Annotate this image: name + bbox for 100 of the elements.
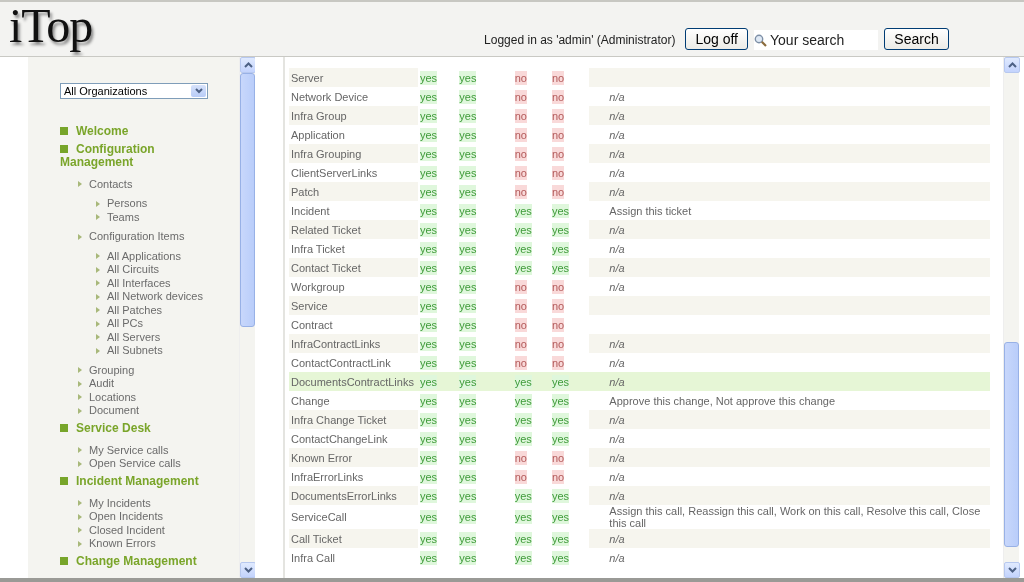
scrollbar[interactable] [239, 57, 255, 578]
permission-value: yes [419, 298, 438, 313]
menu-link[interactable]: Open Incidents [89, 510, 163, 523]
permission-value: yes [459, 260, 477, 275]
scroll-up-button[interactable] [1004, 57, 1020, 73]
permission-value: no [552, 70, 565, 85]
scroll-thumb[interactable] [240, 73, 255, 328]
menu-link[interactable]: Configuration Items [89, 230, 185, 243]
permission-value: yes [514, 510, 532, 524]
bullet-arrow-icon [96, 214, 100, 220]
permission-value: yes [419, 469, 438, 484]
permission-value: no [514, 336, 527, 351]
menu-link[interactable]: Contacts [89, 177, 133, 191]
permission-value: no [514, 108, 527, 123]
square-bullet-icon [60, 557, 68, 565]
class-name: ClientServerLinks [291, 166, 378, 179]
permission-value: yes [514, 222, 532, 237]
permission-value: yes [419, 355, 438, 370]
class-name: Infra Grouping [291, 147, 362, 160]
menu-link[interactable]: Audit [89, 377, 115, 390]
class-name: Workgroup [291, 280, 345, 293]
scroll-down-button[interactable] [1004, 562, 1020, 578]
permission-value: yes [514, 393, 532, 408]
class-name: Infra Change Ticket [291, 413, 387, 426]
menu-link[interactable]: Closed Incident [89, 523, 165, 537]
permission-value: no [552, 146, 565, 161]
menu-link[interactable]: All Network devices [107, 290, 203, 303]
permission-value: yes [514, 531, 532, 546]
permission-value: yes [459, 431, 477, 446]
search-field[interactable]: Your search [754, 30, 878, 50]
permission-value: yes [459, 89, 477, 104]
search-button[interactable]: Search [884, 28, 949, 50]
class-name: Call Ticket [291, 532, 342, 545]
permission-value: no [514, 165, 527, 180]
permission-value: yes [459, 184, 477, 199]
bullet-arrow-icon [78, 233, 82, 240]
search-icon [754, 33, 767, 47]
organization-dropdown[interactable]: All Organizations [60, 83, 208, 99]
permission-value: yes [514, 412, 532, 427]
permission-value: no [514, 184, 527, 199]
permission-value: no [514, 298, 527, 313]
permission-value: no [514, 279, 527, 294]
menu-link[interactable]: All PCs [107, 317, 144, 330]
permission-value: yes [419, 317, 438, 332]
square-bullet-icon [60, 127, 68, 135]
class-name: Server [291, 71, 324, 84]
permission-value: yes [552, 260, 570, 275]
menu-link[interactable]: My Incidents [89, 496, 151, 510]
bullet-arrow-icon [96, 280, 100, 286]
actions-text: n/a [609, 166, 625, 179]
permission-value: yes [419, 127, 438, 142]
menu-link[interactable]: All Circuits [107, 263, 159, 276]
permission-value: yes [419, 336, 438, 351]
permission-value: no [552, 279, 565, 294]
menu-link[interactable]: Teams [107, 210, 140, 224]
permission-value: yes [419, 531, 438, 546]
menu-link[interactable]: Document [89, 404, 140, 417]
class-name: Infra Group [291, 109, 347, 122]
bullet-arrow-icon [96, 307, 100, 313]
menu-link[interactable]: All Patches [107, 303, 163, 317]
menu-link[interactable]: All Subnets [107, 344, 163, 357]
class-name: ServiceCall [291, 511, 347, 523]
actions-text: n/a [609, 489, 625, 502]
menu-link[interactable]: Persons [107, 197, 148, 210]
menu-link[interactable]: Locations [89, 390, 137, 404]
permission-value: yes [459, 203, 477, 218]
scroll-up-button[interactable] [240, 57, 256, 73]
actions-text: n/a [609, 109, 625, 122]
actions-text: n/a [609, 185, 625, 198]
scrollbar[interactable] [1003, 57, 1019, 578]
permission-value: no [552, 450, 565, 465]
menu-link[interactable]: Open Service calls [89, 457, 181, 470]
permission-value: yes [419, 393, 438, 408]
permission-value: yes [459, 510, 477, 524]
permission-value: yes [419, 222, 438, 237]
log-off-button[interactable]: Log off [685, 28, 748, 50]
permission-value: no [514, 317, 527, 332]
permission-value: yes [419, 431, 438, 446]
scroll-down-button[interactable] [240, 562, 256, 578]
class-name: Service [291, 299, 328, 312]
menu-link[interactable]: Known Errors [89, 537, 156, 550]
class-name: Infra Ticket [291, 242, 345, 255]
actions-text: n/a [609, 337, 625, 350]
permission-value: yes [419, 184, 438, 199]
menu-link[interactable]: All Interfaces [107, 276, 171, 290]
menu-link[interactable]: My Service calls [89, 443, 169, 457]
permission-value: yes [552, 488, 570, 503]
permission-value: yes [552, 203, 570, 218]
scroll-thumb[interactable] [1004, 341, 1019, 548]
permission-value: no [552, 336, 565, 351]
permission-value: yes [459, 469, 477, 484]
permission-value: no [514, 355, 527, 370]
permission-value: yes [459, 222, 477, 237]
permission-value: yes [459, 393, 477, 408]
menu-link[interactable]: All Servers [107, 330, 161, 344]
class-name: DocumentsContractLinks [291, 375, 414, 388]
menu-link[interactable]: All Applications [107, 249, 181, 263]
menu-link[interactable]: Grouping [89, 363, 135, 377]
permission-value: yes [419, 241, 438, 256]
permission-value: yes [552, 222, 570, 237]
